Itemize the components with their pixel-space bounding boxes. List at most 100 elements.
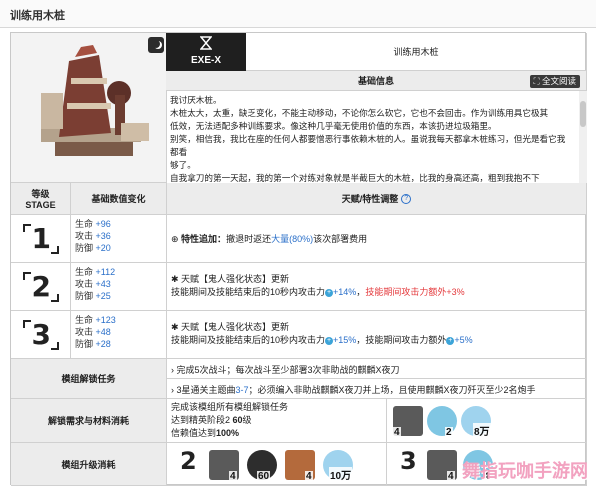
requirements-text: 完成该模组所有模组解锁任务 达到精英阶段2 60级 信赖值达到100% [167, 399, 387, 443]
stage-number: 1 [31, 221, 51, 255]
page-title: 训练用木桩 [10, 10, 65, 22]
def-value: +28 [95, 339, 111, 349]
hp-label: 生命 [75, 267, 94, 277]
stage-1-talent: ⊕ 特性追加：撤退时返还大量(80%)该次部署费用 [167, 215, 587, 263]
task-text: 完成5次战斗；每次战斗至少部署3次非助战的麒麟X夜刀 [176, 365, 400, 375]
requirement-line: 达到精英阶段2 [171, 415, 233, 425]
unlock-task-2: › 3星通关主题曲3-7；必须编入非助战麒麟X夜刀并上场，且使用麒麟X夜刀歼灭至… [167, 379, 587, 399]
talent-title: 天赋【鬼人强化状态】更新 [181, 322, 290, 332]
upgrade-label: 模组升级消耗 [61, 459, 116, 470]
stage-number: 2 [180, 447, 197, 475]
material-icon[interactable]: 4 [285, 450, 315, 482]
requirements-label: 解锁需求与材料消耗 [47, 416, 129, 426]
hp-value: +112 [95, 267, 116, 277]
task-text: ；必须编入非助战麒麟X夜刀并上场，且使用麒麟X夜刀歼灭至少2名炮手 [248, 385, 536, 395]
unlock-task-label: 模组解锁任务 [61, 374, 116, 384]
material-count: 4 [393, 427, 401, 438]
lmd-coin-icon[interactable]: 10万 [323, 450, 353, 482]
stage-2-talent: ✱ 天赋【鬼人强化状态】更新 技能期间及技能结束后的10秒内攻击力 + +14%，技… [167, 263, 587, 311]
talent-text: 技能期间及技能结束后的10秒内攻击力 [171, 335, 326, 345]
atk-value: +43 [95, 279, 111, 289]
def-label: 防御 [75, 339, 94, 349]
watermark: 舞指玩咖手游网 [462, 461, 588, 481]
fullscreen-read-label: 全文阅读 [541, 76, 576, 86]
requirement-line: 级 [242, 415, 252, 425]
moon-icon [148, 37, 164, 53]
hp-value: +96 [95, 219, 111, 229]
up-icon: + [325, 336, 334, 345]
unlock-task-1: › 完成5次战斗；每次战斗至少部署3次非助战的麒麟X夜刀 [167, 359, 587, 379]
basic-info-label: 基础信息 [357, 76, 394, 86]
stage-number: 3 [400, 447, 417, 475]
talent-header-label: 天赋/特性调整 [341, 194, 399, 204]
talent-highlight: 大量(80%) [271, 234, 314, 244]
talent-text: 撤退时返还 [226, 234, 272, 244]
training-dummy-image [41, 45, 149, 156]
talent-value: +15% [333, 335, 357, 345]
def-label: 防御 [75, 291, 94, 301]
task-text: 3星通关主题曲 [176, 385, 236, 395]
hp-value: +123 [95, 315, 116, 325]
talent-value: +5% [454, 335, 473, 345]
upgrade-label-cell: 模组升级消耗 [11, 443, 167, 486]
talent-header: 天赋/特性调整 ? [167, 183, 587, 215]
material-count: 4 [305, 471, 313, 482]
trust-value: 100% [216, 428, 240, 438]
talent-highlight: 技能期间攻击力额外+3% [365, 287, 465, 297]
asterisk-icon: ✱ [171, 274, 182, 284]
talent-text: 技能期间及技能结束后的10秒内攻击力 [171, 287, 326, 297]
stage-2-badge: 2 [22, 270, 59, 303]
stage-header-label: 等级 [31, 189, 50, 199]
atk-label: 攻击 [75, 327, 94, 337]
module-image-cell [11, 33, 167, 183]
stage-2-stats: 生命 +112 攻击 +43 防御 +25 [71, 263, 167, 311]
atk-label: 攻击 [75, 231, 94, 241]
stage-3-mini-badge: 3 [391, 447, 427, 479]
upgrade-stage-2: 2 4 60 4 10万 [167, 443, 387, 486]
def-value: +20 [95, 243, 111, 253]
material-icon[interactable]: 60 [247, 450, 277, 482]
expand-icon: ⛶ [533, 76, 542, 86]
requirements-label-cell: 解锁需求与材料消耗 [11, 399, 167, 443]
material-count: 4 [447, 471, 455, 482]
requirement-line: 信赖值达到 [171, 428, 217, 438]
stage-3-badge: 3 [22, 318, 59, 351]
talent-text: 技能期间攻击力额外 [365, 335, 447, 345]
description-line: 低效，无法适配多种训练要求。像这种几乎毫无使用价值的东西，本该扔进垃圾箱里。 [170, 121, 497, 131]
atk-value: +48 [95, 327, 111, 337]
basic-info-header: 基础信息 ⛶ 全文阅读 [166, 71, 587, 91]
module-data-block-icon[interactable]: 4 [427, 450, 457, 482]
material-count: 2 [445, 427, 453, 438]
hp-label: 生命 [75, 315, 94, 325]
talent-title: 天赋【鬼人强化状态】更新 [181, 274, 290, 284]
talent-text: 该次部署费用 [313, 234, 368, 244]
fullscreen-read-button[interactable]: ⛶ 全文阅读 [529, 75, 580, 88]
module-data-block-icon[interactable]: 4 [209, 450, 239, 482]
def-label: 防御 [75, 243, 94, 253]
stage-2-badge-cell: 2 [11, 263, 71, 311]
unlock-task-label-cell: 模组解锁任务 [11, 359, 167, 399]
asterisk-icon: ✱ [171, 322, 182, 332]
module-data-block-icon[interactable]: 4 [393, 406, 423, 438]
def-value: +25 [95, 291, 111, 301]
stat-change-header: 基础数值变化 [71, 183, 167, 215]
up-icon: + [325, 288, 334, 297]
requirement-line: 完成该模组所有模组解锁任务 [171, 402, 289, 412]
description-box[interactable]: 我讨厌木桩。 木桩太大，太重，缺乏变化，不能主动移动，不论你怎么砍它，它也不会回… [167, 91, 587, 183]
description-line: 别笑，相信我，我比在座的任何人都要憎恶行事依赖木桩的人。虽说我每天都拿木桩练习，… [170, 134, 566, 157]
module-type-label: EXE-X [190, 55, 221, 66]
stage-1-stats: 生命 +96 攻击 +36 防御 +20 [71, 215, 167, 263]
lmd-coin-icon[interactable]: 8万 [461, 406, 491, 438]
stat-change-label: 基础数值变化 [91, 194, 146, 204]
description-line: 够了。 [170, 160, 196, 170]
stage-2-mini-badge: 2 [171, 447, 207, 479]
talent-prefix: 特性追加： [181, 234, 227, 244]
stage-link[interactable]: 3-7 [236, 385, 249, 395]
material-crystal-icon[interactable]: 2 [427, 406, 457, 438]
material-count: 4 [229, 471, 237, 482]
help-icon[interactable]: ? [401, 193, 412, 204]
description-scrollbar[interactable] [579, 91, 587, 183]
plus-circle-icon: ⊕ [171, 234, 182, 244]
stage-3-talent: ✱ 天赋【鬼人强化状态】更新 技能期间及技能结束后的10秒内攻击力 + +15%，技… [167, 311, 587, 359]
module-type-badge: EXE-X [166, 33, 246, 71]
